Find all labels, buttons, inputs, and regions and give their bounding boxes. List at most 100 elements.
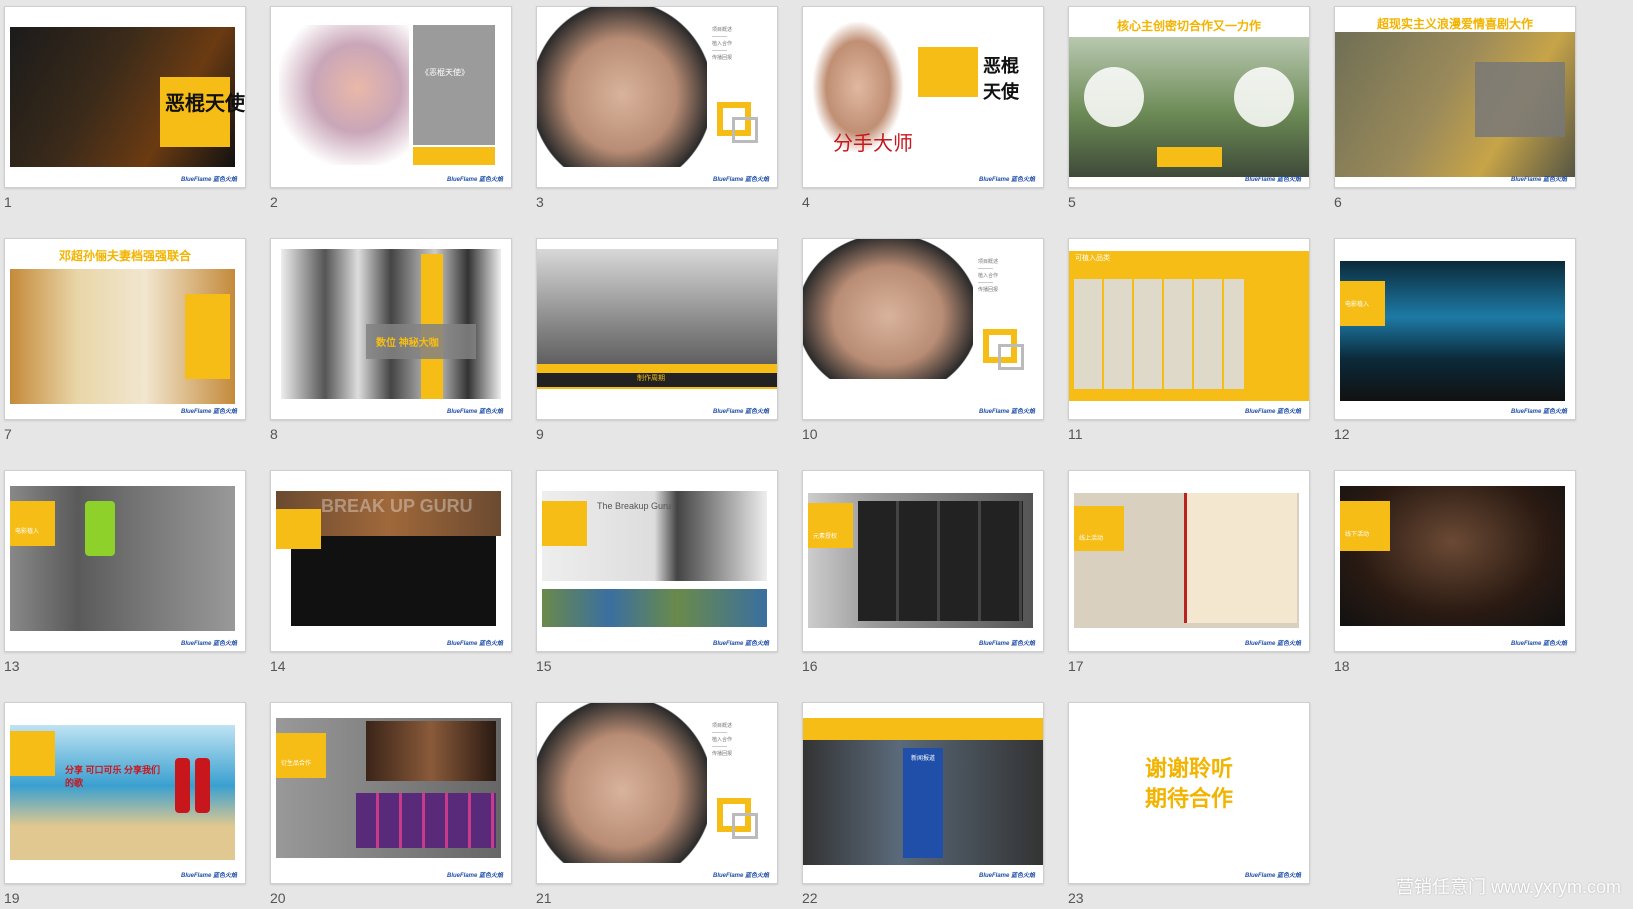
slide-thumbnail[interactable]: 恶棍天使 分手大师 BlueFlame 蓝色火焰 4: [798, 0, 1044, 210]
brand-logo: BlueFlame 蓝色火焰: [978, 873, 1035, 879]
bottle-image: [195, 758, 210, 813]
gray-square-outline: [998, 344, 1024, 370]
bottle-image: [175, 758, 190, 813]
slide-thumbnail[interactable]: 《恶棍天使》 BlueFlame 蓝色火焰 2: [266, 0, 512, 210]
slide-preview[interactable]: 数位 神秘大咖 BlueFlame 蓝色火焰: [270, 238, 512, 420]
circle-text-right: [1234, 67, 1294, 127]
slide-thumbnail[interactable]: 核心主创密切合作又一力作 BlueFlame 蓝色火焰 5: [1064, 0, 1310, 210]
slide-thumbnail[interactable]: BREAK UP GURU BlueFlame 蓝色火焰 14: [266, 464, 512, 674]
slide-thumbnail[interactable]: 项目概述 ——— 植入合作 ——— 传播回报 BlueFlame 蓝色火焰 10: [798, 232, 1044, 442]
label-block: [10, 731, 55, 776]
slide-preview[interactable]: 电影植入 BlueFlame 蓝色火焰: [4, 470, 246, 652]
slide-thumbnail[interactable]: 恶棍天使 BlueFlame 蓝色火焰 1: [0, 0, 246, 210]
film-set-photo: [537, 249, 777, 374]
slide-preview[interactable]: 新闻报道 BlueFlame 蓝色火焰: [802, 702, 1044, 884]
brand-logo: BlueFlame 蓝色火焰: [1510, 641, 1567, 647]
circle-text-left: [1084, 67, 1144, 127]
slide-title: 恶棍天使: [165, 93, 245, 115]
slide-title: 超现实主义浪漫爱情喜剧大作: [1376, 17, 1533, 31]
slide-number: 22: [802, 890, 818, 906]
slide-title: 核心主创密切合作又一力作: [1116, 19, 1261, 33]
slide-preview[interactable]: 元素授权 BlueFlame 蓝色火焰: [802, 470, 1044, 652]
slide-number: 4: [802, 194, 810, 210]
slide-thumbnail[interactable]: 新闻报道 BlueFlame 蓝色火焰 22: [798, 696, 1044, 906]
slide-title: 线上活动: [1079, 536, 1104, 542]
slide-preview[interactable]: The Breakup Guru BlueFlame 蓝色火焰: [536, 470, 778, 652]
brand-logo: BlueFlame 蓝色火焰: [712, 641, 769, 647]
slide-title: 电影植入: [15, 529, 40, 535]
slide-thumbnail[interactable]: 邓超孙俪夫妻档强强联合 BlueFlame 蓝色火焰 7: [0, 232, 246, 442]
slide-thumbnail[interactable]: 分享 可口可乐 分享我们的歌 BlueFlame 蓝色火焰 19: [0, 696, 246, 906]
slide-preview[interactable]: 《恶棍天使》 BlueFlame 蓝色火焰: [270, 6, 512, 188]
slide-thumbnail[interactable]: 衍生品合作 BlueFlame 蓝色火焰 20: [266, 696, 512, 906]
slide-preview[interactable]: 衍生品合作 BlueFlame 蓝色火焰: [270, 702, 512, 884]
slide-preview[interactable]: 电影植入 BlueFlame 蓝色火焰: [1334, 238, 1576, 420]
slide-preview[interactable]: 线下活动 BlueFlame 蓝色火焰: [1334, 470, 1576, 652]
slide-preview[interactable]: BREAK UP GURU BlueFlame 蓝色火焰: [270, 470, 512, 652]
slide-title: 新闻报道: [911, 756, 936, 762]
label-block: [808, 503, 853, 548]
slide-thumbnail[interactable]: 制作周期 BlueFlame 蓝色火焰 9: [532, 232, 778, 442]
slide-preview[interactable]: 项目概述 ——— 植入合作 ——— 传播回报 BlueFlame 蓝色火焰: [536, 702, 778, 884]
slide-number: 13: [4, 658, 20, 674]
slide-number: 5: [1068, 194, 1076, 210]
slide-thumbnail[interactable]: 电影植入 BlueFlame 蓝色火焰 13: [0, 464, 246, 674]
slide-thumbnail[interactable]: 电影植入 BlueFlame 蓝色火焰 12: [1330, 232, 1576, 442]
web-screenshot: [1184, 493, 1297, 623]
brand-logo: BlueFlame 蓝色火焰: [1244, 177, 1301, 183]
slide-preview[interactable]: 恶棍天使 BlueFlame 蓝色火焰: [4, 6, 246, 188]
label-block: [10, 501, 55, 546]
brand-logo: BlueFlame 蓝色火焰: [978, 177, 1035, 183]
brand-logo: BlueFlame 蓝色火焰: [180, 177, 237, 183]
slide-preview[interactable]: 项目概述 ——— 植入合作 ——— 传播回报 BlueFlame 蓝色火焰: [536, 6, 778, 188]
slide-number: 3: [536, 194, 544, 210]
brand-logo: BlueFlame 蓝色火焰: [712, 177, 769, 183]
slide-thumbnail[interactable]: 超现实主义浪漫爱情喜剧大作 BlueFlame 蓝色火焰 6: [1330, 0, 1576, 210]
slide-preview[interactable]: 项目概述 ——— 植入合作 ——— 传播回报 BlueFlame 蓝色火焰: [802, 238, 1044, 420]
brand-logo: BlueFlame 蓝色火焰: [446, 873, 503, 879]
slide-text: 项目概述 ——— 植入合作 ——— 传播回报: [712, 723, 733, 757]
actors-photo: [279, 25, 409, 165]
slide-preview[interactable]: 恶棍天使 分手大师 BlueFlame 蓝色火焰: [802, 6, 1044, 188]
slide-title: 电影植入: [1345, 302, 1370, 308]
slide-preview[interactable]: 线上活动 BlueFlame 蓝色火焰: [1068, 470, 1310, 652]
slide-title: 线下活动: [1345, 532, 1370, 538]
slide-thumbnail[interactable]: The Breakup Guru BlueFlame 蓝色火焰 15: [532, 464, 778, 674]
slide-title: 《恶棍天使》: [421, 68, 469, 77]
text-panel: [1475, 62, 1565, 137]
slide-title: The Breakup Guru: [597, 501, 672, 511]
slide-number: 8: [270, 426, 278, 442]
slide-preview[interactable]: 可植入品类 BlueFlame 蓝色火焰: [1068, 238, 1310, 420]
brand-logo: BlueFlame 蓝色火焰: [180, 409, 237, 415]
slide-thumbnail[interactable]: 线上活动 BlueFlame 蓝色火焰 17: [1064, 464, 1310, 674]
slide-number: 12: [1334, 426, 1350, 442]
slide-title: 可植入品类: [1075, 255, 1110, 262]
brand-logo: BlueFlame 蓝色火焰: [1510, 177, 1567, 183]
slide-thumbnail[interactable]: 项目概述 ——— 植入合作 ——— 传播回报 BlueFlame 蓝色火焰 3: [532, 0, 778, 210]
slide-thumbnail[interactable]: 谢谢聆听 期待合作 BlueFlame 蓝色火焰 23: [1064, 696, 1310, 906]
slide-thumbnail[interactable]: 线下活动 BlueFlame 蓝色火焰 18: [1330, 464, 1576, 674]
slide-preview[interactable]: 邓超孙俪夫妻档强强联合 BlueFlame 蓝色火焰: [4, 238, 246, 420]
slide-preview[interactable]: 分享 可口可乐 分享我们的歌 BlueFlame 蓝色火焰: [4, 702, 246, 884]
slide-title: 邓超孙俪夫妻档强强联合: [58, 249, 191, 263]
slide-preview[interactable]: 谢谢聆听 期待合作 BlueFlame 蓝色火焰: [1068, 702, 1310, 884]
label-block: [276, 509, 321, 549]
slide-number: 1: [4, 194, 12, 210]
brand-logo: BlueFlame 蓝色火焰: [712, 409, 769, 415]
slide-preview[interactable]: 制作周期 BlueFlame 蓝色火焰: [536, 238, 778, 420]
brand-logo: BlueFlame 蓝色火焰: [180, 873, 237, 879]
brand-logo: BlueFlame 蓝色火焰: [1244, 641, 1301, 647]
slide-number: 2: [270, 194, 278, 210]
slide-thumbnail[interactable]: 元素授权 BlueFlame 蓝色火焰 16: [798, 464, 1044, 674]
slide-number: 6: [1334, 194, 1342, 210]
slide-number: 21: [536, 890, 552, 906]
slide-thumbnail[interactable]: 数位 神秘大咖 BlueFlame 蓝色火焰 8: [266, 232, 512, 442]
brand-logo: BlueFlame 蓝色火焰: [446, 177, 503, 183]
slide-thumbnail[interactable]: 项目概述 ——— 植入合作 ——— 传播回报 BlueFlame 蓝色火焰 21: [532, 696, 778, 906]
label-block: [1074, 506, 1124, 551]
slide-thumbnail[interactable]: 可植入品类 BlueFlame 蓝色火焰 11: [1064, 232, 1310, 442]
slide-preview[interactable]: 超现实主义浪漫爱情喜剧大作 BlueFlame 蓝色火焰: [1334, 6, 1576, 188]
slide-preview[interactable]: 核心主创密切合作又一力作 BlueFlame 蓝色火焰: [1068, 6, 1310, 188]
brand-logo: BlueFlame 蓝色火焰: [446, 641, 503, 647]
slide-number: 10: [802, 426, 818, 442]
